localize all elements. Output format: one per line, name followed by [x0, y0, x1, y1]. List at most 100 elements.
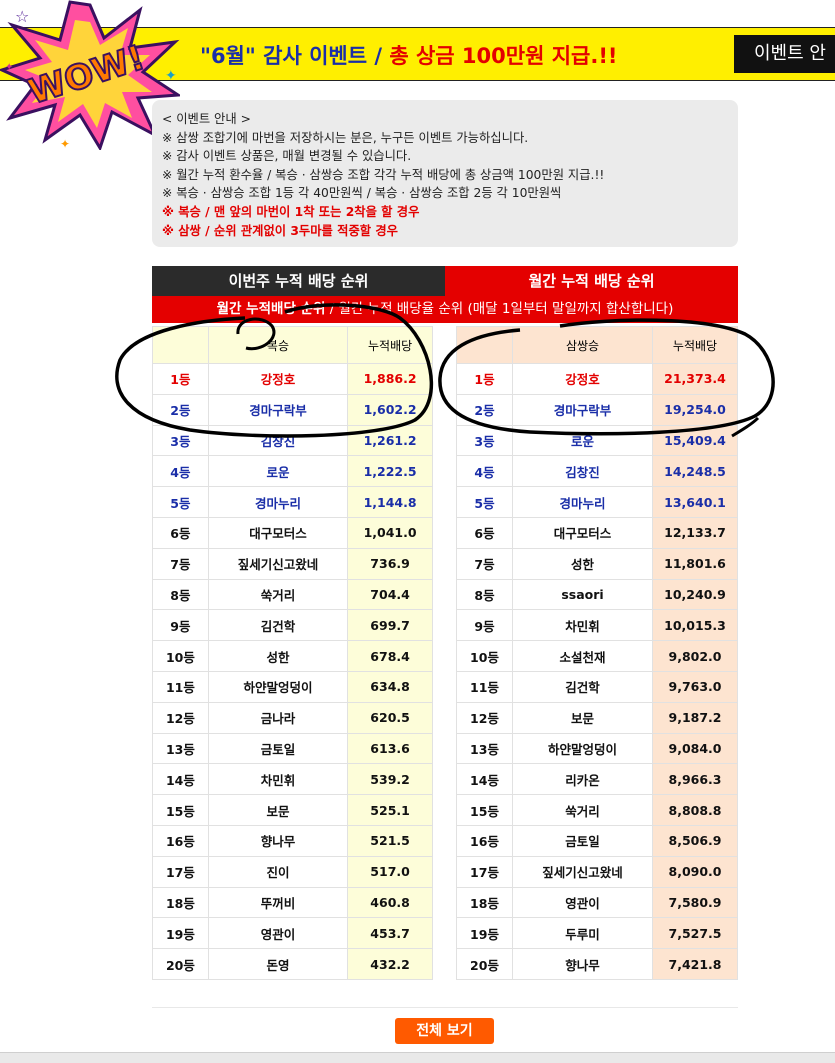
- nickname-cell: 돈영: [207, 948, 349, 980]
- tab-weekly-ranking[interactable]: 이번주 누적 배당 순위: [152, 266, 445, 296]
- score-cell: 453.7: [347, 917, 433, 950]
- score-cell: 1,144.8: [347, 486, 433, 518]
- score-cell: 634.8: [347, 670, 433, 703]
- table-row: 7등 성한 11,801.6: [456, 547, 738, 580]
- score-cell: 7,527.5: [652, 917, 738, 950]
- rank-cell: 5등: [152, 486, 209, 518]
- table-row: 3등 김창진 1,261.2: [152, 424, 433, 457]
- nickname-cell: 진이: [207, 855, 349, 888]
- event-info-button[interactable]: 이벤트 안: [734, 35, 835, 73]
- table-row: 8등 쑥거리 704.4: [152, 578, 433, 611]
- table-row: 20등 향나무 7,421.8: [456, 948, 738, 980]
- table-row: 16등 금토일 8,506.9: [456, 824, 738, 857]
- table-row: 6등 대구모터스 1,041.0: [152, 516, 433, 549]
- table-row: 12등 보문 9,187.2: [456, 701, 738, 734]
- score-cell: 9,084.0: [652, 732, 738, 765]
- score-cell: 8,808.8: [652, 794, 738, 826]
- rank-cell: 19등: [152, 917, 209, 950]
- boksung-ranking-table: 복승 누적배당 1등 강정호 1,886.2 2등 경마구락부 1,602.2 3등 김창진 1…: [152, 326, 433, 980]
- score-cell: 460.8: [347, 886, 433, 919]
- nickname-cell: 소설천재: [512, 640, 653, 672]
- rank-cell: 10등: [456, 640, 513, 672]
- tab-monthly-ranking[interactable]: 월간 누적 배당 순위: [445, 266, 738, 296]
- rank-cell: 6등: [456, 516, 513, 549]
- table-row: 4등 로운 1,222.5: [152, 455, 433, 488]
- table-row: 10등 소설천재 9,802.0: [456, 640, 738, 672]
- score-cell: 704.4: [347, 578, 433, 611]
- table-row: 3등 로운 15,409.4: [456, 424, 738, 457]
- rank-cell: 1등: [152, 363, 209, 395]
- score-cell: 1,222.5: [347, 455, 433, 488]
- svg-text:✦: ✦: [165, 68, 177, 84]
- table-row: 2등 경마구락부 1,602.2: [152, 393, 433, 426]
- nickname-cell: 향나무: [512, 948, 653, 980]
- table-row: 4등 김창진 14,248.5: [456, 455, 738, 488]
- table-row: 9등 김건학 699.7: [152, 609, 433, 642]
- horizontal-scrollbar[interactable]: [0, 1052, 835, 1063]
- table-row: 13등 하얀말엉덩이 9,084.0: [456, 732, 738, 765]
- rank-cell: 16등: [456, 824, 513, 857]
- score-cell: 517.0: [347, 855, 433, 888]
- nickname-cell: 로운: [512, 424, 653, 457]
- nickname-cell: 짚세기신고왔네: [207, 547, 349, 580]
- subbar-bold: 월간 누적배당 순위: [216, 301, 326, 317]
- nickname-cell: 향나무: [207, 824, 349, 857]
- nickname-cell: 김창진: [512, 455, 653, 488]
- monthly-subtitle-bar: 월간 누적배당 순위 / 월간 누적 배당율 순위 (매달 1일부터 말일까지 …: [152, 296, 738, 323]
- table-row: 19등 두루미 7,527.5: [456, 917, 738, 950]
- score-cell: 9,187.2: [652, 701, 738, 734]
- nickname-cell: 경마구락부: [207, 393, 349, 426]
- table-row: 19등 영관이 453.7: [152, 917, 433, 950]
- table-row: 14등 차민휘 539.2: [152, 763, 433, 796]
- header-rank: [456, 326, 513, 364]
- table-row: 14등 리카온 8,966.3: [456, 763, 738, 796]
- rank-cell: 2등: [152, 393, 209, 426]
- header-type: 삼쌍승: [512, 326, 653, 364]
- event-info-box: < 이벤트 안내 > ※ 삼쌍 조합기에 마번을 저장하시는 분은, 누구든 이…: [152, 100, 738, 247]
- score-cell: 13,640.1: [652, 486, 738, 518]
- nickname-cell: 리카온: [512, 763, 653, 796]
- banner-title-part2: 총 상금 100만원 지급.!!: [389, 44, 618, 68]
- score-cell: 613.6: [347, 732, 433, 765]
- rank-cell: 1등: [456, 363, 513, 395]
- rank-cell: 16등: [152, 824, 209, 857]
- rank-cell: 3등: [456, 424, 513, 457]
- info-line: ※ 삼쌍 조합기에 마번을 저장하시는 분은, 누구든 이벤트 가능하십니다.: [162, 130, 529, 145]
- rank-cell: 12등: [456, 701, 513, 734]
- nickname-cell: 로운: [207, 455, 349, 488]
- score-cell: 21,373.4: [652, 363, 738, 395]
- rank-cell: 10등: [152, 640, 209, 672]
- rank-cell: 13등: [456, 732, 513, 765]
- rank-cell: 8등: [456, 578, 513, 611]
- score-cell: 8,966.3: [652, 763, 738, 796]
- score-cell: 11,801.6: [652, 547, 738, 580]
- score-cell: 15,409.4: [652, 424, 738, 457]
- table-header-row: 복승 누적배당: [152, 326, 433, 364]
- subbar-rest: / 월간 누적 배당율 순위 (매달 1일부터 말일까지 합산합니다): [325, 301, 674, 317]
- rank-cell: 2등: [456, 393, 513, 426]
- nickname-cell: 금토일: [512, 824, 653, 857]
- score-cell: 1,261.2: [347, 424, 433, 457]
- rank-cell: 4등: [152, 455, 209, 488]
- info-line: ※ 복승 · 삼쌍승 조합 1등 각 40만원씩 / 복승 · 삼쌍승 조합 2…: [162, 186, 562, 201]
- nickname-cell: 경마구락부: [512, 393, 653, 426]
- score-cell: 1,041.0: [347, 516, 433, 549]
- table-row: 15등 보문 525.1: [152, 794, 433, 826]
- view-all-button[interactable]: 전체 보기: [395, 1018, 494, 1044]
- score-cell: 1,886.2: [347, 363, 433, 395]
- score-cell: 12,133.7: [652, 516, 738, 549]
- score-cell: 1,602.2: [347, 393, 433, 426]
- score-cell: 8,090.0: [652, 855, 738, 888]
- rank-cell: 20등: [152, 948, 209, 980]
- table-row: 10등 성한 678.4: [152, 640, 433, 672]
- header-type: 복승: [207, 326, 349, 364]
- table-row: 9등 차민휘 10,015.3: [456, 609, 738, 642]
- rank-cell: 20등: [456, 948, 513, 980]
- rank-cell: 17등: [152, 855, 209, 888]
- nickname-cell: 대구모터스: [512, 516, 653, 549]
- rank-cell: 9등: [456, 609, 513, 642]
- table-row: 18등 영관이 7,580.9: [456, 886, 738, 919]
- banner-title: "6월" 감사 이벤트 / 총 상금 100만원 지급.!!: [200, 40, 617, 70]
- nickname-cell: 두루미: [512, 917, 653, 950]
- table-row: 11등 하얀말엉덩이 634.8: [152, 670, 433, 703]
